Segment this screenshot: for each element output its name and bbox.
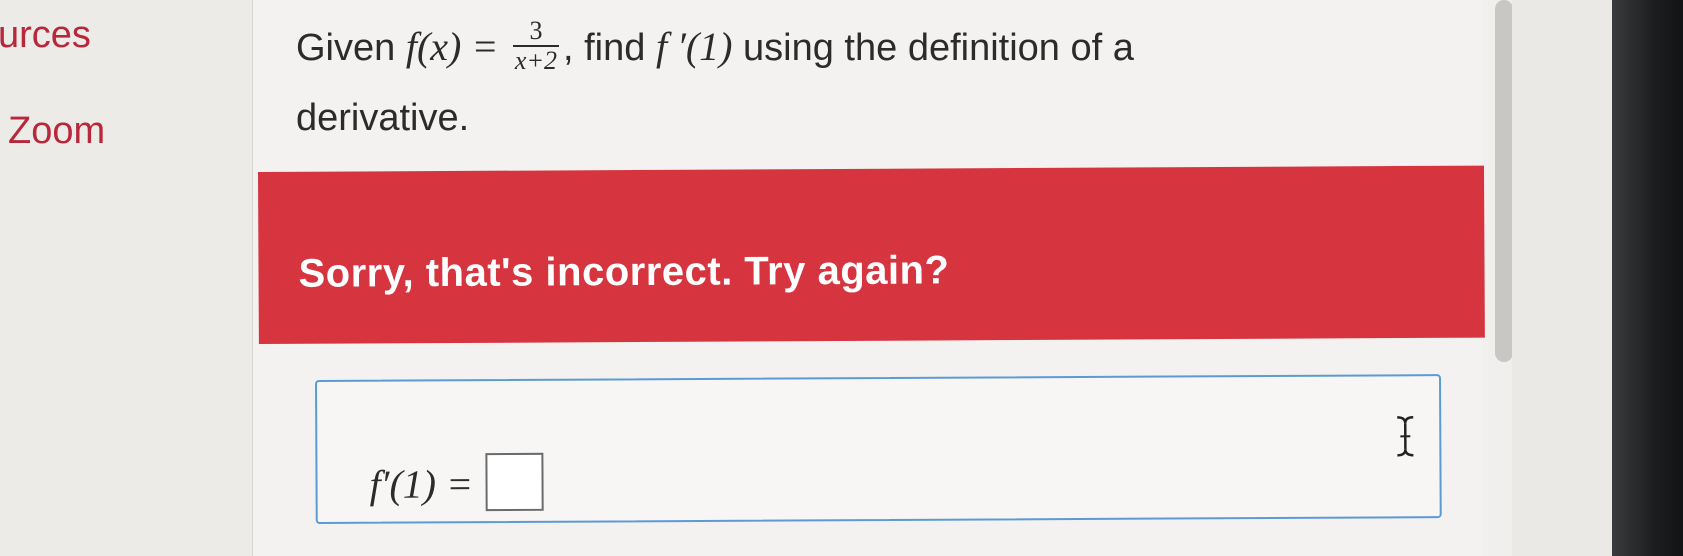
sidebar-item-zoom[interactable]: Zoom [8,110,105,153]
answer-box[interactable]: f′(1) = [315,374,1442,524]
question-prefix: Given [296,27,396,69]
question-suffix: using the definition of a [743,27,1134,69]
text-cursor-icon [1397,416,1414,457]
monitor-bezel [1612,0,1683,556]
right-panel [1512,0,1612,556]
sidebar-item-resources[interactable]: urces [0,14,91,57]
sidebar: urces Zoom [0,0,252,556]
scrollbar-thumb[interactable] [1495,0,1513,362]
fraction-numerator: 3 [512,16,559,47]
error-banner: Sorry, that's incorrect. Try again? [258,165,1485,344]
error-message: Sorry, that's incorrect. Try again? [298,248,950,296]
screen: urces Zoom Given f(x) = 3 x+2 , find f ′… [0,0,1612,556]
answer-label: f′(1) = [369,461,474,507]
question-function: f(x) = [405,24,499,69]
question-fraction: 3 x+2 [512,16,559,75]
fraction-denominator: x+2 [514,45,557,75]
answer-expression: f′(1) = [369,452,544,518]
answer-input[interactable] [484,452,544,512]
question-middle: , find [563,27,646,69]
question-text: Given f(x) = 3 x+2 , find f ′(1) using t… [296,12,1476,153]
question-line2: derivative. [296,97,470,139]
question-target: f ′(1) [655,24,733,69]
